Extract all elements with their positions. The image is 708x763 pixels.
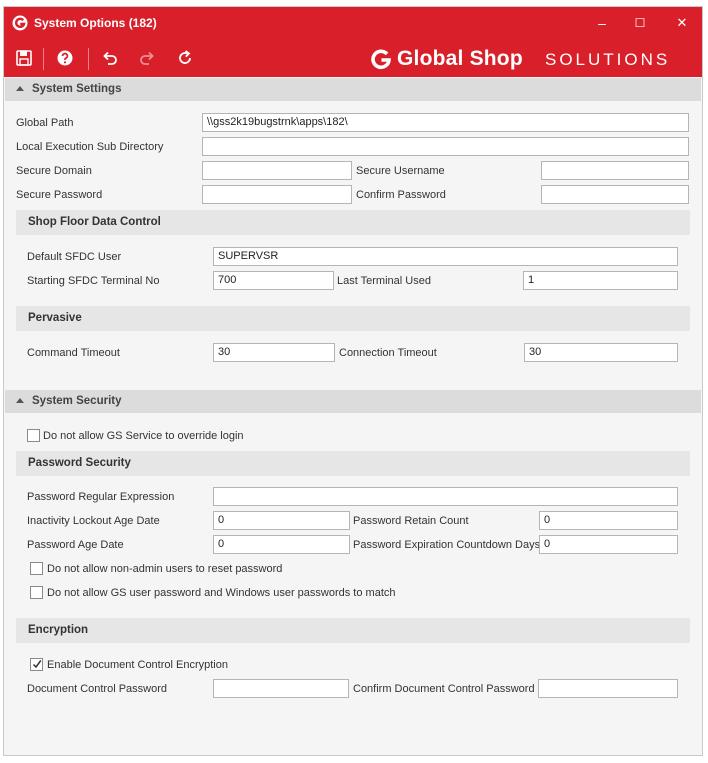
undo-icon[interactable] [100, 48, 120, 68]
connection-timeout-input[interactable]: 30 [524, 343, 678, 362]
maximize-button[interactable]: ☐ [628, 13, 652, 33]
refresh-icon[interactable] [175, 48, 195, 68]
collapse-arrow-icon[interactable] [16, 86, 24, 91]
non-admin-reset-checkbox[interactable] [30, 562, 43, 575]
confirm-password-label: Confirm Password [356, 189, 446, 201]
brand-name: Global Shop [397, 47, 523, 70]
connection-timeout-label: Connection Timeout [339, 347, 437, 359]
pervasive-header: Pervasive [16, 306, 690, 331]
toolbar-separator [88, 48, 89, 70]
password-age-label: Password Age Date [27, 539, 124, 551]
confirm-password-input[interactable] [541, 185, 689, 204]
enable-doc-encryption-checkbox[interactable] [30, 658, 43, 671]
encryption-header: Encryption [16, 618, 690, 643]
redo-icon[interactable] [137, 48, 157, 68]
confirm-doc-password-label: Confirm Document Control Password [353, 683, 535, 695]
collapse-arrow-icon[interactable] [16, 398, 24, 403]
local-exec-dir-label: Local Execution Sub Directory [16, 141, 164, 153]
enable-doc-encryption-label: Enable Document Control Encryption [47, 659, 228, 671]
app-logo-icon [12, 15, 28, 31]
confirm-doc-password-input[interactable] [538, 679, 678, 698]
local-exec-dir-input[interactable] [202, 137, 689, 156]
expiration-countdown-label: Password Expiration Countdown Days [353, 539, 541, 551]
help-icon[interactable] [55, 48, 75, 68]
brand-logo: Global Shop SOLUTIONS [370, 47, 690, 72]
default-sfdc-user-label: Default SFDC User [27, 251, 122, 263]
minimize-button[interactable]: – [590, 13, 614, 33]
global-path-input[interactable]: \\gss2k19bugstrnk\apps\182\ [202, 113, 689, 132]
last-terminal-label: Last Terminal Used [337, 275, 431, 287]
secure-domain-input[interactable] [202, 161, 352, 180]
toolbar-separator [43, 48, 44, 70]
command-timeout-label: Command Timeout [27, 347, 120, 359]
doc-password-label: Document Control Password [27, 683, 168, 695]
sfdc-header: Shop Floor Data Control [16, 210, 690, 235]
command-timeout-input[interactable]: 30 [213, 343, 335, 362]
secure-username-input[interactable] [541, 161, 689, 180]
close-button[interactable]: ✕ [670, 13, 694, 33]
retain-count-input[interactable]: 0 [539, 511, 678, 530]
gs-windows-match-label: Do not allow GS user password and Window… [47, 587, 396, 599]
secure-password-input[interactable] [202, 185, 352, 204]
global-path-label: Global Path [16, 117, 74, 129]
inactivity-lockout-label: Inactivity Lockout Age Date [27, 515, 160, 527]
default-sfdc-user-input[interactable]: SUPERVSR [213, 247, 678, 266]
inactivity-lockout-input[interactable]: 0 [213, 511, 350, 530]
gs-windows-match-checkbox[interactable] [30, 586, 43, 599]
expiration-countdown-input[interactable]: 0 [539, 535, 678, 554]
save-icon[interactable] [14, 48, 34, 68]
password-regex-input[interactable] [213, 487, 678, 506]
password-age-input[interactable]: 0 [213, 535, 350, 554]
gs-service-override-checkbox[interactable] [27, 429, 40, 442]
gs-service-override-label: Do not allow GS Service to override logi… [43, 430, 244, 442]
checkmark-icon [32, 660, 42, 669]
non-admin-reset-label: Do not allow non-admin users to reset pa… [47, 563, 283, 575]
secure-username-label: Secure Username [356, 165, 445, 177]
system-options-window: System Options (182) – ☐ ✕ Global Shop S… [3, 6, 703, 756]
starting-terminal-label: Starting SFDC Terminal No [27, 275, 160, 287]
last-terminal-input[interactable]: 1 [523, 271, 678, 290]
toolbar: Global Shop SOLUTIONS [4, 39, 702, 77]
password-security-header: Password Security [16, 451, 690, 476]
secure-password-label: Secure Password [16, 189, 103, 201]
system-security-header[interactable]: System Security [5, 390, 701, 413]
title-bar: System Options (182) – ☐ ✕ [4, 7, 702, 39]
secure-domain-label: Secure Domain [16, 165, 92, 177]
retain-count-label: Password Retain Count [353, 515, 469, 527]
brand-tagline: SOLUTIONS [545, 50, 671, 69]
system-settings-header[interactable]: System Settings [5, 78, 701, 101]
password-regex-label: Password Regular Expression [27, 491, 175, 503]
starting-terminal-input[interactable]: 700 [213, 271, 334, 290]
window-title: System Options (182) [34, 16, 157, 30]
brand-g-icon [371, 49, 391, 70]
doc-password-input[interactable] [213, 679, 349, 698]
